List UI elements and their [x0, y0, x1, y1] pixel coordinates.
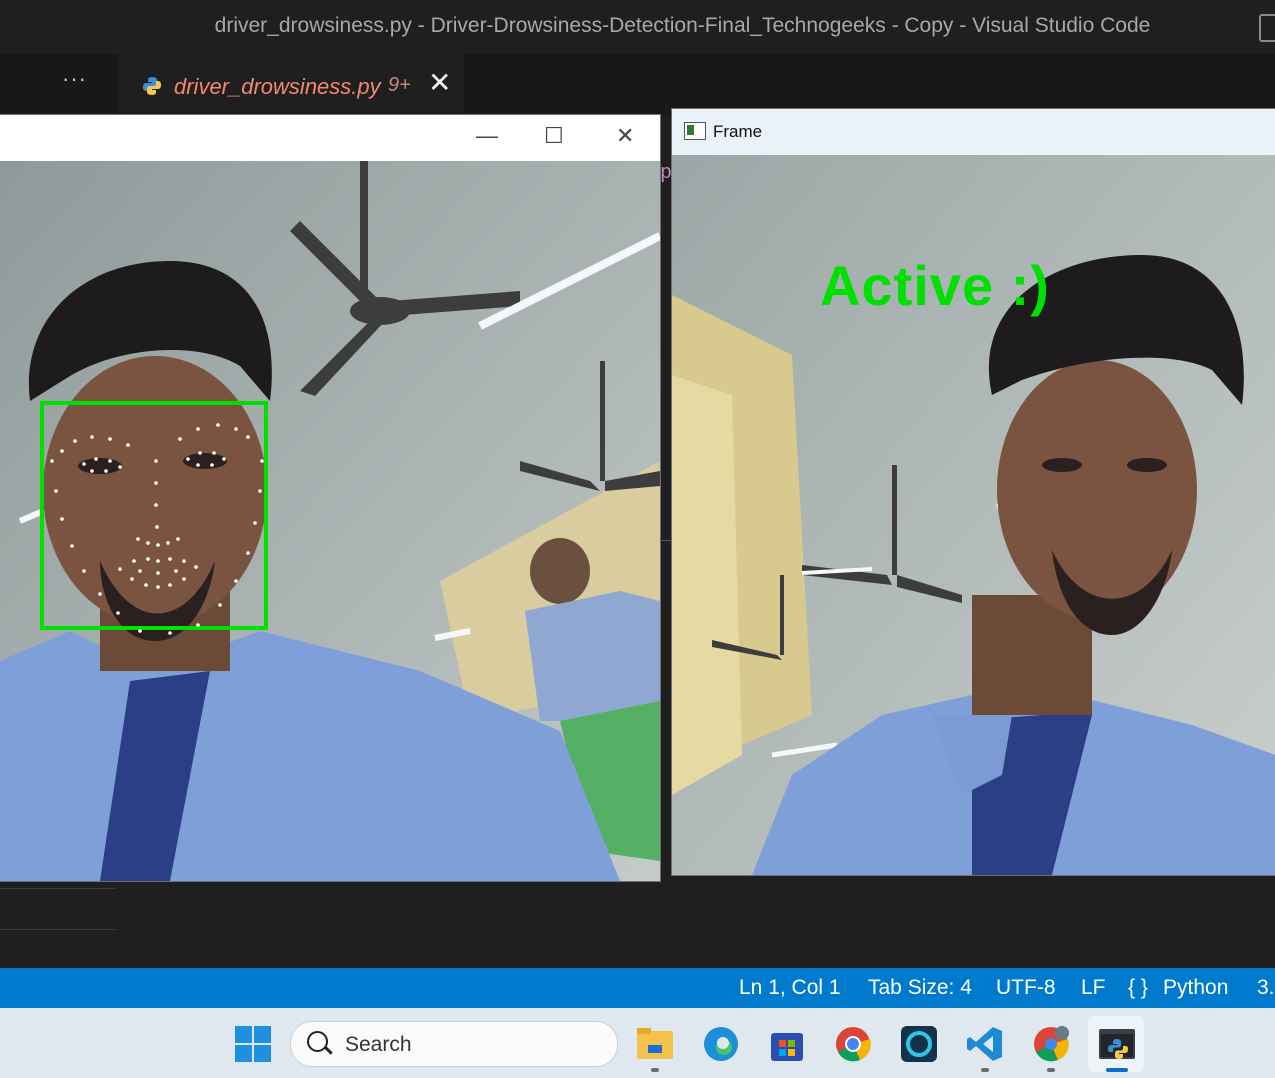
microsoft-store-icon[interactable]	[768, 1025, 806, 1063]
search-placeholder: Search	[345, 1033, 412, 1056]
edge-browser-icon[interactable]	[702, 1025, 740, 1063]
running-indicator	[1047, 1068, 1055, 1072]
windows-start-icon[interactable]	[234, 1025, 272, 1063]
minimize-icon[interactable]: —	[476, 123, 498, 149]
close-icon[interactable]: ✕	[616, 123, 634, 149]
chrome-profile-icon[interactable]	[1032, 1025, 1070, 1063]
braces-icon: { }	[1128, 976, 1148, 999]
editor-panel-separator	[660, 540, 671, 541]
frame-window-title: Frame	[713, 122, 763, 141]
language-mode[interactable]: Python	[1163, 976, 1228, 1000]
editor-tab-bar: ··· driver_drowsiness.py 9+ ✕	[0, 54, 1275, 116]
tab-label: driver_drowsiness.py	[174, 74, 381, 99]
tab-size-indicator[interactable]: Tab Size: 4	[868, 976, 972, 1000]
landmarks-window: — ☐ ✕	[0, 114, 661, 882]
landmarks-window-titlebar: — ☐ ✕	[0, 115, 660, 161]
frame-window-titlebar: Frame	[672, 109, 1275, 155]
layout-toggle-icon[interactable]	[1259, 14, 1275, 42]
window-title: driver_drowsiness.py - Driver-Drowsiness…	[214, 14, 1151, 37]
camera-image	[0, 161, 660, 881]
search-icon	[307, 1031, 328, 1052]
eol-indicator[interactable]: LF	[1081, 976, 1106, 1000]
vscode-icon[interactable]	[966, 1025, 1004, 1063]
landmarks-camera-feed	[0, 161, 660, 881]
editor-divider	[0, 888, 116, 889]
python-app-icon	[1099, 1029, 1135, 1059]
opencv-window-icon	[684, 122, 706, 140]
taskbar-search[interactable]: Search	[290, 1021, 618, 1067]
python-version[interactable]: 3.	[1257, 976, 1275, 1000]
editor-divider	[0, 929, 116, 930]
status-bar: Ln 1, Col 1 Tab Size: 4 UTF-8 LF { } Pyt…	[0, 968, 1275, 1008]
chrome-icon[interactable]	[834, 1025, 872, 1063]
encoding-indicator[interactable]: UTF-8	[996, 976, 1056, 1000]
active-indicator	[1106, 1068, 1128, 1072]
alexa-icon[interactable]	[900, 1025, 938, 1063]
close-tab-icon[interactable]: ✕	[428, 66, 451, 99]
file-explorer-icon[interactable]	[636, 1025, 674, 1063]
tab-driver-drowsiness[interactable]: driver_drowsiness.py 9+ ✕	[118, 54, 464, 116]
running-indicator	[651, 1068, 659, 1072]
problems-badge: 9+	[388, 74, 411, 96]
frame-window: Frame Active:)	[671, 108, 1275, 876]
python-file-icon	[143, 77, 161, 95]
more-actions-icon[interactable]: ···	[62, 66, 87, 92]
maximize-icon[interactable]: ☐	[544, 123, 564, 149]
cursor-position[interactable]: Ln 1, Col 1	[739, 976, 841, 1000]
running-indicator	[981, 1068, 989, 1072]
drowsiness-status-text: Active :)	[820, 254, 1050, 317]
windows-taskbar: Search	[0, 1008, 1275, 1078]
vscode-titlebar: driver_drowsiness.py - Driver-Drowsiness…	[0, 0, 1275, 54]
frame-camera-feed: Active :)	[672, 155, 1275, 875]
